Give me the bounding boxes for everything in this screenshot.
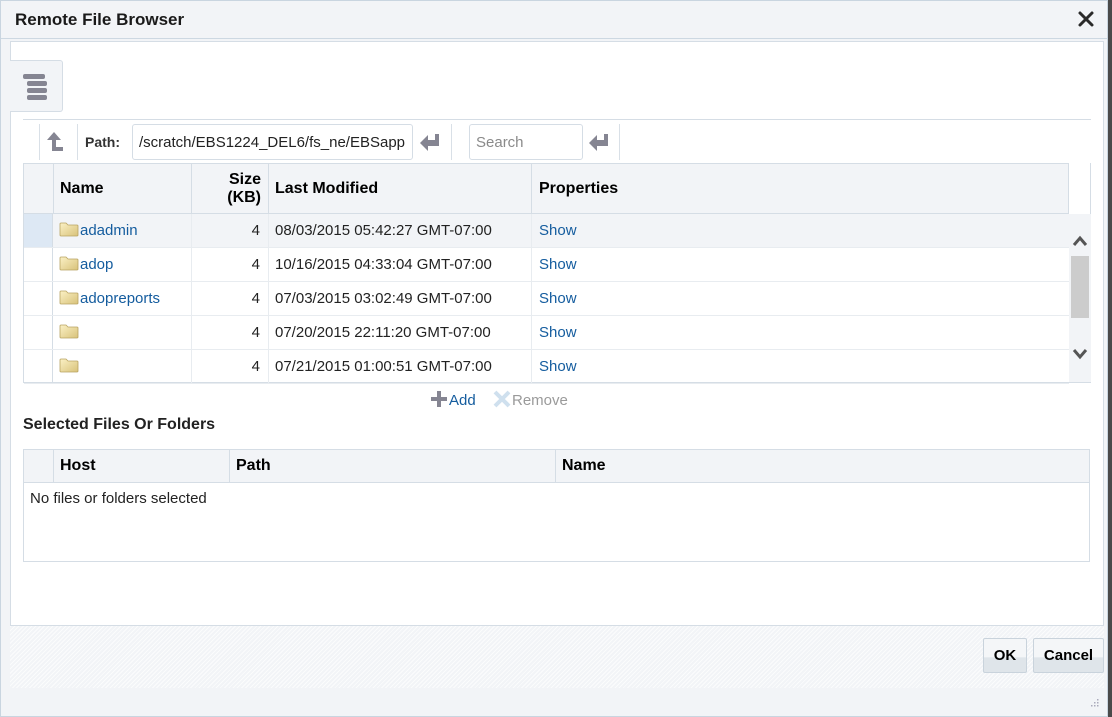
name-cell: status_20150720 (54, 316, 192, 349)
size-cell: 4 (192, 214, 269, 247)
folder-icon (59, 352, 79, 373)
column-header-host[interactable]: Host (54, 450, 230, 482)
close-icon[interactable] (1077, 10, 1095, 28)
file-table-header: Name Size (KB) Last Modified Properties (24, 163, 1069, 214)
select-column-header (24, 450, 54, 482)
view-menu-button[interactable] (10, 60, 63, 112)
file-browser-panel: Path: Name Size (KB) (23, 119, 1091, 384)
show-properties-link[interactable]: Show (532, 290, 577, 307)
properties-cell: Show (532, 282, 1069, 315)
dialog-title: Remote File Browser (15, 10, 185, 29)
properties-cell: Show (532, 248, 1069, 281)
name-cell: adadmin (54, 214, 192, 247)
add-button[interactable]: Add (429, 389, 476, 409)
chevron-up-icon[interactable] (1072, 234, 1088, 248)
column-header-properties[interactable]: Properties (532, 164, 1069, 214)
file-table-row[interactable]: adopreports 4 07/03/2015 03:02:49 GMT-07:0… (24, 282, 1069, 316)
file-table-row[interactable]: adop 4 10/16/2015 04:33:04 GMT-07:00 Show (24, 248, 1069, 282)
folder-icon (59, 284, 79, 305)
file-table-row[interactable]: status_20150721407/21/2015 01:00:51 GMT-… (24, 350, 1069, 384)
path-enter-icon[interactable] (418, 132, 442, 154)
background-window-edge (1108, 0, 1112, 717)
selected-table-header: Host Path Name (24, 450, 1089, 483)
properties-cell: Show (532, 350, 1069, 383)
file-table-row[interactable]: status_20150720407/20/2015 22:11:20 GMT-… (24, 316, 1069, 350)
size-cell: 4 (192, 316, 269, 349)
plus-icon (431, 391, 447, 407)
selected-section-title: Selected Files Or Folders (23, 416, 216, 433)
dialog-content: Path: Name Size (KB) (10, 41, 1104, 626)
row-selector[interactable] (24, 350, 53, 383)
show-properties-link[interactable]: Show (532, 324, 577, 341)
size-cell: 4 (192, 282, 269, 315)
search-input[interactable] (469, 124, 583, 160)
cancel-button[interactable]: Cancel (1033, 638, 1104, 673)
select-column-header (24, 164, 54, 214)
ok-button[interactable]: OK (983, 638, 1027, 673)
row-selector[interactable] (24, 282, 53, 315)
last-modified-cell: 07/20/2015 22:11:20 GMT-07:00 (269, 316, 532, 349)
last-modified-cell: 07/03/2015 03:02:49 GMT-07:00 (269, 282, 532, 315)
selected-files-table: Host Path Name No files or folders selec… (23, 449, 1090, 562)
path-toolbar: Path: (23, 119, 1091, 163)
file-table-row[interactable]: adadmin 4 08/03/2015 05:42:27 GMT-07:00 Sho… (24, 214, 1069, 248)
column-header-size[interactable]: Size (KB) (192, 164, 269, 214)
properties-cell: Show (532, 214, 1069, 247)
search-enter-icon[interactable] (587, 132, 611, 154)
file-name-link[interactable]: adop (80, 256, 113, 273)
folder-icon (59, 216, 79, 237)
last-modified-cell: 08/03/2015 05:42:27 GMT-07:00 (269, 214, 532, 247)
properties-cell: Show (532, 316, 1069, 349)
resize-grip-icon[interactable] (1089, 696, 1099, 707)
remote-file-browser-dialog: Remote File Browser Path: /scratch/EBS12… (0, 0, 1108, 717)
path-label: Path: (85, 134, 120, 150)
x-icon (493, 390, 511, 408)
column-header-path[interactable]: Path (230, 450, 556, 482)
remove-button: Remove (492, 389, 568, 409)
column-header-name[interactable]: Name (54, 164, 192, 214)
last-modified-cell: 07/21/2015 01:00:51 GMT-07:00 (269, 350, 532, 383)
dialog-footer: OK Cancel (10, 626, 1104, 688)
name-cell: status_20150721 (54, 350, 192, 383)
file-name-link[interactable]: adadmin (80, 222, 138, 239)
last-modified-cell: 10/16/2015 04:33:04 GMT-07:00 (269, 248, 532, 281)
file-table-scrollbar[interactable] (1069, 214, 1091, 382)
row-selector[interactable] (24, 214, 53, 247)
file-table: Name Size (KB) Last Modified Properties … (23, 163, 1091, 384)
show-properties-link[interactable]: Show (532, 256, 577, 273)
chevron-down-icon[interactable] (1072, 347, 1088, 361)
show-properties-link[interactable]: Show (532, 222, 577, 239)
empty-selection-message: No files or folders selected (30, 490, 207, 507)
folder-icon (59, 318, 79, 339)
column-header-last-modified[interactable]: Last Modified (269, 164, 532, 214)
dialog-title-bar[interactable]: Remote File Browser (1, 1, 1107, 39)
row-selector[interactable] (24, 316, 53, 349)
size-cell: 4 (192, 248, 269, 281)
folder-icon (59, 250, 79, 271)
row-selector[interactable] (24, 248, 53, 281)
size-cell: 4 (192, 350, 269, 383)
scrollbar-thumb[interactable] (1071, 256, 1089, 318)
show-properties-link[interactable]: Show (532, 358, 577, 375)
name-cell: adopreports (54, 282, 192, 315)
column-header-name[interactable]: Name (556, 450, 1089, 482)
file-name-link[interactable]: adopreports (80, 290, 160, 307)
path-input[interactable] (132, 124, 413, 160)
up-arrow-icon[interactable] (43, 130, 65, 154)
name-cell: adop (54, 248, 192, 281)
